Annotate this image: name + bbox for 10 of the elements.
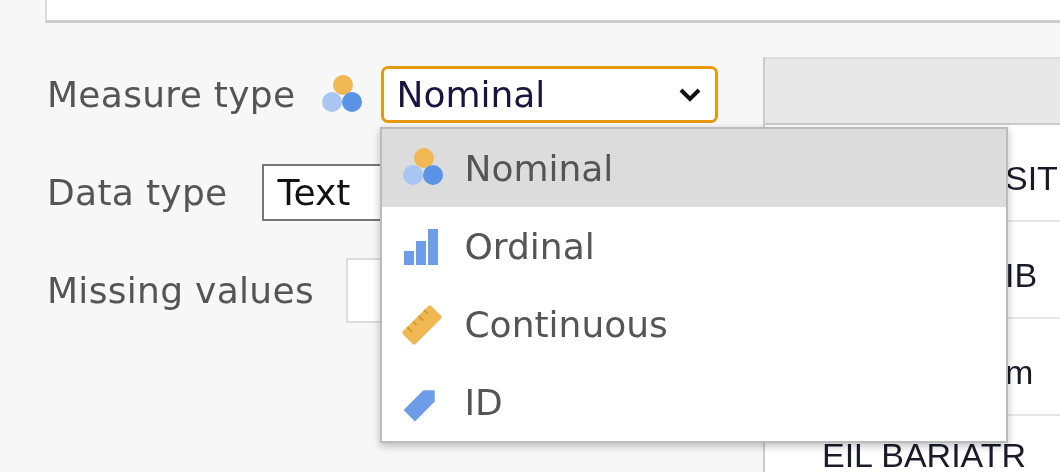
chevron-down-icon [679,87,702,102]
missing-values-label: Missing values [47,270,314,311]
measure-type-select[interactable]: Nominal [381,66,719,123]
menu-item[interactable]: Nominal [382,129,1007,207]
measure-type-label: Measure type [47,74,296,115]
menu-item[interactable]: Continuous [382,285,1007,363]
menu-item[interactable]: Ordinal [382,207,1007,285]
variable-name: SIT [1005,159,1058,198]
variable-name: IB [1005,256,1038,295]
data-type-label: Data type [47,172,228,213]
